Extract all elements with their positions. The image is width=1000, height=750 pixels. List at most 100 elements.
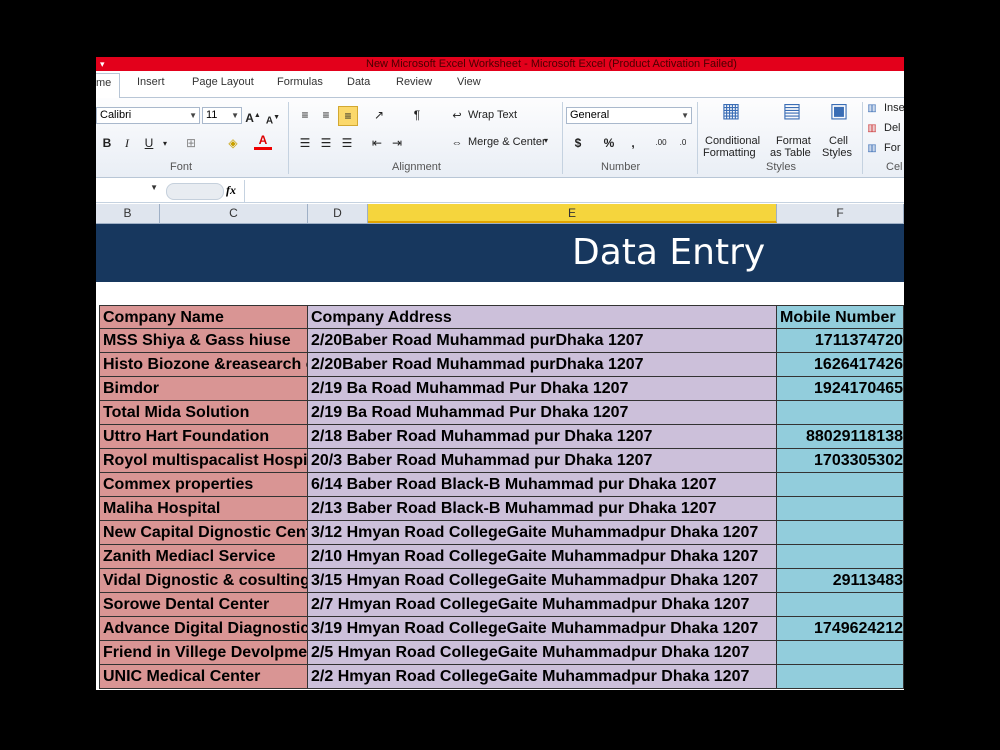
tab-page-layout[interactable]: Page Layout — [192, 76, 254, 88]
column-header-c[interactable]: C — [160, 204, 308, 223]
percent-icon[interactable]: % — [600, 134, 618, 152]
comma-style-icon[interactable]: , — [624, 134, 642, 152]
company-address-cell[interactable]: 2/19 Ba Road Muhammad Pur Dhaka 1207 — [308, 401, 777, 425]
shrink-font-icon[interactable]: A▼ — [264, 109, 282, 127]
company-address-cell[interactable]: 3/15 Hmyan Road CollegeGaite Muhammadpur… — [308, 569, 777, 593]
mobile-number-cell[interactable]: 1711374720 — [777, 329, 904, 353]
mobile-number-cell[interactable] — [777, 593, 904, 617]
cell-styles-icon[interactable]: ▣ — [826, 101, 852, 128]
merge-center-icon[interactable]: ⇔ — [448, 134, 466, 152]
company-name-cell[interactable]: UNIC Medical Center — [99, 665, 308, 689]
company-address-cell[interactable]: 2/18 Baber Road Muhammad pur Dhaka 1207 — [308, 425, 777, 449]
decrease-indent-icon[interactable]: ⇤ — [368, 134, 386, 152]
align-top-icon[interactable]: ≡ — [296, 106, 314, 124]
font-color-icon[interactable]: A — [254, 133, 272, 150]
formula-input[interactable] — [244, 180, 904, 202]
mobile-number-cell[interactable] — [777, 665, 904, 689]
company-name-cell[interactable]: Bimdor — [99, 377, 308, 401]
delete-cells-button[interactable]: Del — [884, 122, 901, 134]
company-address-cell[interactable]: 20/3 Baber Road Muhammad pur Dhaka 1207 — [308, 449, 777, 473]
borders-icon[interactable]: ⊞ — [182, 134, 200, 152]
align-middle-icon[interactable]: ≡ — [317, 106, 335, 124]
bold-icon[interactable]: B — [98, 134, 116, 152]
format-as-table-button[interactable]: Format — [776, 135, 811, 147]
company-name-cell[interactable]: Zanith Mediacl Service — [99, 545, 308, 569]
tab-review[interactable]: Review — [396, 76, 432, 88]
company-address-cell[interactable]: 2/2 Hmyan Road CollegeGaite Muhammadpur … — [308, 665, 777, 689]
company-name-cell[interactable]: Royol multispacalist Hospita — [99, 449, 308, 473]
company-address-cell[interactable]: 2/13 Baber Road Black-B Muhammad pur Dha… — [308, 497, 777, 521]
quick-access-dropdown-icon[interactable]: ▾ — [100, 57, 105, 71]
column-header-e[interactable]: E — [368, 204, 777, 223]
chevron-down-icon[interactable]: ▼ — [150, 183, 158, 192]
tab-view[interactable]: View — [457, 76, 481, 88]
format-cells-icon[interactable]: ▥ — [866, 140, 878, 158]
mobile-number-cell[interactable] — [777, 521, 904, 545]
header-company-address[interactable]: Company Address — [308, 305, 777, 329]
company-name-cell[interactable]: Sorowe Dental Center — [99, 593, 308, 617]
company-name-cell[interactable]: Histo Biozone &reasearch c — [99, 353, 308, 377]
column-header-f[interactable]: F — [777, 204, 904, 223]
delete-cells-icon[interactable]: ▥ — [866, 120, 878, 138]
company-address-cell[interactable]: 2/20Baber Road Muhammad purDhaka 1207 — [308, 353, 777, 377]
header-mobile-number[interactable]: Mobile Number — [777, 305, 904, 329]
orientation-icon[interactable]: ↗ — [370, 106, 388, 124]
company-name-cell[interactable]: Maliha Hospital — [99, 497, 308, 521]
mobile-number-cell[interactable] — [777, 545, 904, 569]
mobile-number-cell[interactable]: 1749624212 — [777, 617, 904, 641]
align-bottom-icon[interactable]: ≡ — [338, 106, 358, 126]
number-format-select[interactable]: General ▼ — [566, 107, 692, 124]
cell-styles-button[interactable]: Cell — [829, 135, 848, 147]
conditional-formatting-icon[interactable]: ▦ — [718, 101, 744, 128]
company-name-cell[interactable]: Commex properties — [99, 473, 308, 497]
font-name-select[interactable]: Calibri ▼ — [96, 107, 200, 124]
mobile-number-cell[interactable]: 1924170465 — [777, 377, 904, 401]
tab-insert[interactable]: Insert — [137, 76, 165, 88]
mobile-number-cell[interactable]: 1703305302 — [777, 449, 904, 473]
company-name-cell[interactable]: Vidal Dignostic & cosulting c — [99, 569, 308, 593]
mobile-number-cell[interactable]: 1626417426 — [777, 353, 904, 377]
company-address-cell[interactable]: 2/5 Hmyan Road CollegeGaite Muhammadpur … — [308, 641, 777, 665]
mobile-number-cell[interactable]: 29113483 — [777, 569, 904, 593]
grow-font-icon[interactable]: A▲ — [244, 107, 262, 125]
company-address-cell[interactable]: 2/10 Hmyan Road CollegeGaite Muhammadpur… — [308, 545, 777, 569]
paragraph-icon[interactable]: ¶ — [408, 106, 426, 124]
format-cells-button[interactable]: For — [884, 142, 901, 154]
italic-icon[interactable]: I — [118, 134, 136, 152]
column-header-d[interactable]: D — [308, 204, 368, 223]
font-size-select[interactable]: 11 ▼ — [202, 107, 242, 124]
company-address-cell[interactable]: 2/19 Ba Road Muhammad Pur Dhaka 1207 — [308, 377, 777, 401]
tab-formulas[interactable]: Formulas — [277, 76, 323, 88]
formula-bar-resize-handle[interactable] — [166, 183, 224, 200]
company-name-cell[interactable]: New Capital Dignostic Cente — [99, 521, 308, 545]
insert-function-icon[interactable]: fx — [226, 183, 236, 198]
align-right-icon[interactable]: ☰ — [338, 134, 356, 152]
mobile-number-cell[interactable] — [777, 641, 904, 665]
mobile-number-cell[interactable] — [777, 473, 904, 497]
fill-color-icon[interactable]: ◈ — [224, 134, 242, 152]
company-address-cell[interactable]: 3/12 Hmyan Road CollegeGaite Muhammadpur… — [308, 521, 777, 545]
mobile-number-cell[interactable]: 88029118138 — [777, 425, 904, 449]
insert-cells-icon[interactable]: ▥ — [866, 100, 878, 118]
company-name-cell[interactable]: Friend in Villege Devolpmen — [99, 641, 308, 665]
merge-center-button[interactable]: Merge & Center — [468, 136, 546, 148]
company-address-cell[interactable]: 3/19 Hmyan Road CollegeGaite Muhammadpur… — [308, 617, 777, 641]
company-address-cell[interactable]: 2/7 Hmyan Road CollegeGaite Muhammadpur … — [308, 593, 777, 617]
wrap-text-button[interactable]: Wrap Text — [468, 109, 517, 121]
conditional-formatting-button[interactable]: Conditional — [705, 135, 760, 147]
format-as-table-icon[interactable]: ▤ — [779, 101, 805, 128]
name-box[interactable]: ▼ — [96, 182, 160, 199]
tab-home[interactable]: me — [96, 73, 121, 101]
company-name-cell[interactable]: Uttro Hart Foundation — [99, 425, 308, 449]
company-name-cell[interactable]: Total Mida Solution — [99, 401, 308, 425]
company-address-cell[interactable]: 6/14 Baber Road Black-B Muhammad pur Dha… — [308, 473, 777, 497]
align-center-icon[interactable]: ☰ — [317, 134, 335, 152]
decrease-decimal-icon[interactable]: .0 — [674, 134, 692, 152]
header-company-name[interactable]: Company Name — [99, 305, 308, 329]
merge-dropdown-icon[interactable]: ▾ — [544, 136, 548, 145]
mobile-number-cell[interactable] — [777, 497, 904, 521]
align-left-icon[interactable]: ☰ — [296, 134, 314, 152]
increase-decimal-icon[interactable]: .00 — [652, 134, 670, 152]
currency-icon[interactable]: $ — [569, 134, 587, 152]
increase-indent-icon[interactable]: ⇥ — [388, 134, 406, 152]
